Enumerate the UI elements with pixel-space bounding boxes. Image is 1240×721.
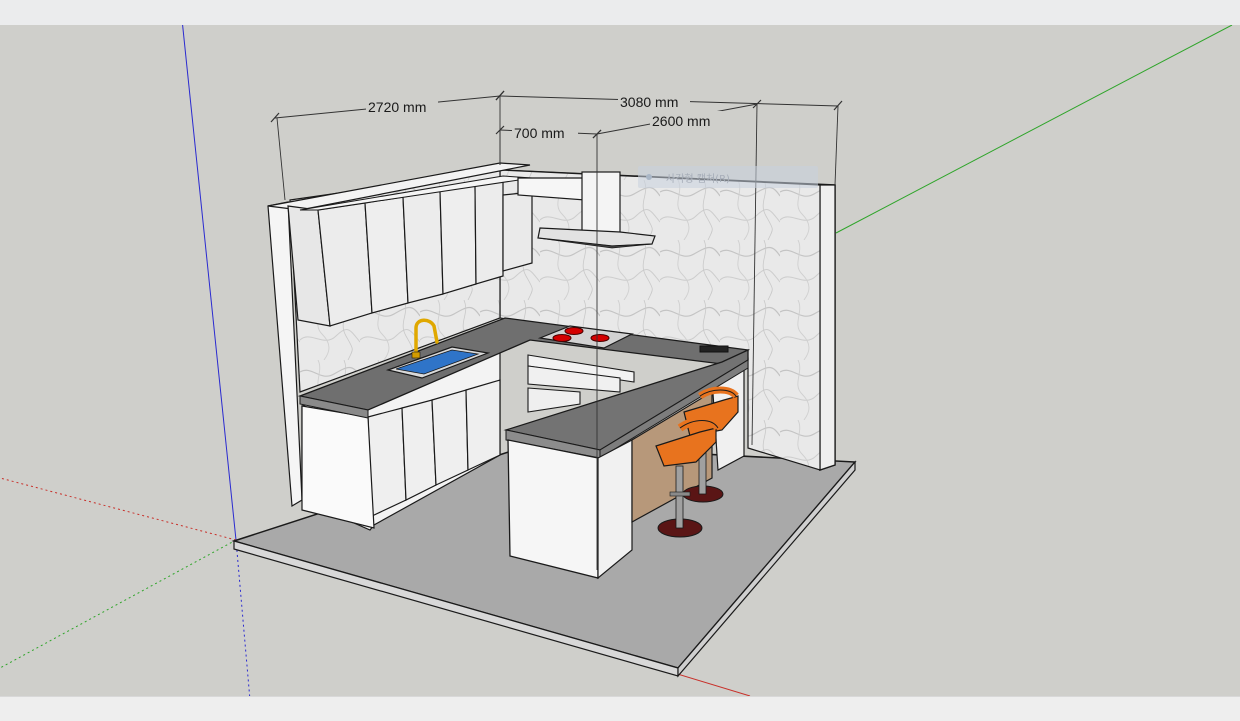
- inference-tooltip-text: 사각형 캡처(R): [666, 173, 730, 185]
- inference-tooltip: 사각형 캡처(R): [638, 166, 818, 188]
- dimension-2720[interactable]: 2720 mm: [270, 90, 505, 123]
- dimension-700-label: 700 mm: [514, 125, 565, 141]
- toolbar: [0, 0, 1240, 26]
- dimension-700[interactable]: 700 mm: [495, 123, 602, 141]
- blue-axis-hidden: [235, 539, 251, 696]
- dimension-3080-label: 3080 mm: [620, 94, 678, 110]
- green-axis-line: [835, 25, 1233, 234]
- dimension-2600-label: 2600 mm: [652, 113, 710, 129]
- burner-2: [552, 334, 572, 342]
- dimension-2720-label: 2720 mm: [368, 99, 426, 115]
- burner-1: [564, 327, 584, 335]
- inference-dot-icon: [646, 174, 652, 180]
- status-bar: [0, 696, 1240, 721]
- countertop-gadget: [699, 345, 729, 353]
- burner-3: [590, 334, 610, 342]
- green-axis-hidden: [0, 539, 237, 669]
- red-axis-hidden: [0, 477, 237, 541]
- wall-right-end: [819, 184, 836, 471]
- range-hood-chimney[interactable]: [581, 171, 621, 235]
- island-front-panel[interactable]: [507, 439, 599, 579]
- back-cabinet-drawer-2[interactable]: [527, 387, 581, 413]
- dimension-3080[interactable]: 3080 mm: [495, 90, 843, 111]
- blue-axis-line: [182, 25, 237, 541]
- model-viewport[interactable]: 2720 mm 3080 mm 700 mm 2600 mm 사각형 캡처(R): [0, 25, 1240, 696]
- faucet-base: [411, 351, 421, 359]
- scene-canvas[interactable]: 2720 mm 3080 mm 700 mm 2600 mm: [0, 25, 1240, 696]
- lower-cabinet-end-panel: [301, 405, 375, 529]
